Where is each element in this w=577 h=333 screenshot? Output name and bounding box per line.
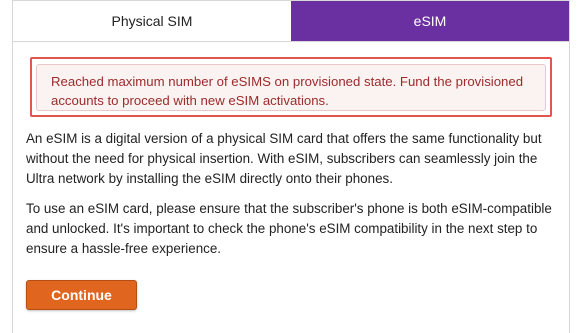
tab-esim[interactable]: eSIM — [291, 1, 569, 41]
tab-physical-sim-label: Physical SIM — [111, 13, 193, 29]
tab-esim-label: eSIM — [413, 13, 447, 29]
alert-highlight-frame: Reached maximum number of eSIMS on provi… — [30, 57, 552, 117]
error-alert-message: Reached maximum number of eSIMS on provi… — [51, 74, 524, 108]
sim-type-tabs: Physical SIM eSIM — [13, 1, 569, 42]
sim-selection-panel: Physical SIM eSIM Reached maximum number… — [12, 0, 570, 333]
error-alert: Reached maximum number of eSIMS on provi… — [36, 64, 546, 111]
esim-description-paragraph: An eSIM is a digital version of a physic… — [26, 131, 542, 186]
continue-button[interactable]: Continue — [26, 280, 137, 310]
esim-requirements-paragraph: To use an eSIM card, please ensure that … — [26, 201, 552, 256]
tab-physical-sim[interactable]: Physical SIM — [13, 1, 291, 41]
